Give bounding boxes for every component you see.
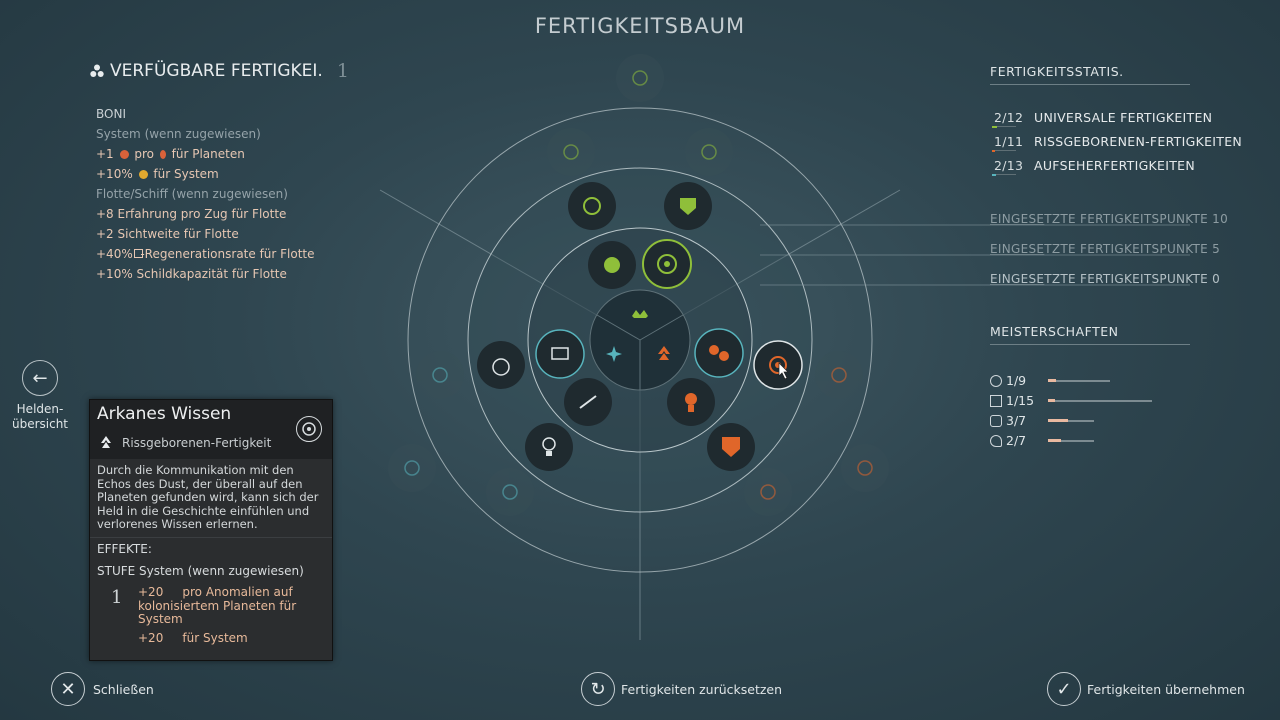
skill-node-locked <box>388 444 436 492</box>
skill-node-locked <box>685 128 733 176</box>
apply-skills-button[interactable]: ✓ Fertigkeiten übernehmen <box>1047 672 1245 706</box>
stat-label: RISSGEBORENEN-FERTIGKEITEN <box>1034 134 1243 149</box>
skill-node[interactable] <box>664 182 712 230</box>
stat-count: 1/11 <box>994 134 1024 149</box>
mastery-progress-fill <box>1048 439 1061 442</box>
stat-label: UNIVERSALE FERTIGKEITEN <box>1034 110 1213 125</box>
skill-node-locked <box>547 128 595 176</box>
skill-node[interactable] <box>564 378 612 426</box>
stat-label: AUFSEHERFERTIGKEITEN <box>1034 158 1196 173</box>
divider <box>990 344 1190 345</box>
checkmark-icon: ✓ <box>1047 672 1081 706</box>
mastery-gear-icon <box>990 374 1002 387</box>
mastery-row: 1/15 <box>990 393 1152 408</box>
skill-node[interactable] <box>694 328 744 378</box>
mastery-hammer-icon <box>990 394 1002 407</box>
reset-skills-button[interactable]: ↻ Fertigkeiten zurücksetzen <box>581 672 782 706</box>
stat-count: 2/12 <box>994 110 1024 125</box>
skill-node-locked <box>744 468 792 516</box>
skill-node-locked <box>815 351 863 399</box>
mastery-header: MEISTERSCHAFTEN <box>990 324 1119 339</box>
mastery-progress-fill <box>1048 419 1068 422</box>
points-threshold-0: EINGESETZTE FERTIGKEITSPUNKTE 0 <box>990 272 1221 286</box>
mastery-progress-fill <box>1048 379 1056 382</box>
mastery-spark-icon <box>990 414 1002 427</box>
skill-stats-header: FERTIGKEITSSTATIS. <box>990 64 1124 79</box>
skill-node[interactable] <box>707 423 755 471</box>
skill-node-locked <box>616 54 664 102</box>
skill-node[interactable] <box>535 329 585 379</box>
stat-count: 2/13 <box>994 158 1024 173</box>
divider <box>990 84 1190 85</box>
close-icon: ✕ <box>51 672 85 706</box>
skill-node[interactable] <box>588 241 636 289</box>
skill-node[interactable] <box>568 182 616 230</box>
mastery-row: 3/7 <box>990 413 1094 428</box>
skill-node-locked <box>841 444 889 492</box>
skill-node-hovered[interactable] <box>753 340 803 390</box>
skill-node[interactable] <box>667 378 715 426</box>
skill-tree <box>379 54 1190 640</box>
stat-row-universal: 2/12 UNIVERSALE FERTIGKEITEN <box>994 110 1212 125</box>
skill-node-locked <box>486 468 534 516</box>
skill-node-selected[interactable] <box>642 239 692 289</box>
mastery-row: 2/7 <box>990 433 1094 448</box>
stat-row-riftborn: 1/11 RISSGEBORENEN-FERTIGKEITEN <box>994 134 1242 149</box>
mastery-progress-fill <box>1048 399 1055 402</box>
skill-node[interactable] <box>477 341 525 389</box>
mastery-row: 1/9 <box>990 373 1110 388</box>
reset-icon: ↻ <box>581 672 615 706</box>
skill-node-locked <box>416 351 464 399</box>
points-threshold-10: EINGESETZTE FERTIGKEITSPUNKTE 10 <box>990 212 1229 226</box>
stat-row-overseer: 2/13 AUFSEHERFERTIGKEITEN <box>994 158 1195 173</box>
skill-node[interactable] <box>525 423 573 471</box>
close-button[interactable]: ✕ Schließen <box>51 672 154 706</box>
points-threshold-5: EINGESETZTE FERTIGKEITSPUNKTE 5 <box>990 242 1221 256</box>
mastery-eye-icon <box>990 434 1002 447</box>
